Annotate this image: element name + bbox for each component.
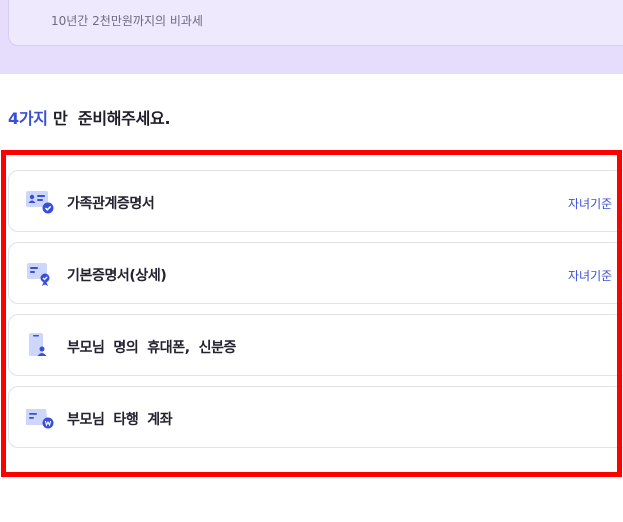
section-title-count: 4가지: [8, 109, 48, 128]
top-banner: 10년간 2천만원까지의 비과세: [0, 0, 623, 74]
bank-account-icon: [25, 405, 55, 431]
document-item-parent-bank-account[interactable]: 부모님 타행 계좌: [8, 386, 623, 448]
certificate-badge-icon: [25, 261, 55, 287]
benefit-card: 10년간 2천만원까지의 비과세: [8, 0, 623, 46]
document-item-label: 가족관계증명서: [67, 196, 155, 212]
benefit-subtitle: 10년간 2천만원까지의 비과세: [51, 14, 203, 28]
document-item-label: 부모님 명의 휴대폰, 신분증: [67, 340, 237, 356]
phone-id-icon: [25, 333, 55, 359]
document-item-tag: 자녀기준: [568, 269, 613, 283]
document-item-basic-certificate[interactable]: 기본증명서(상세) 자녀기준: [8, 242, 623, 304]
section-title-text: 만 준비해주세요.: [47, 109, 171, 128]
document-item-parent-phone-id[interactable]: 부모님 명의 휴대폰, 신분증: [8, 314, 623, 376]
document-item-tag: 자녀기준: [568, 197, 613, 211]
document-item-label: 기본증명서(상세): [67, 268, 167, 284]
family-id-card-icon: [25, 189, 55, 215]
document-item-label: 부모님 타행 계좌: [67, 412, 173, 428]
section-title: 4가지 만 준비해주세요.: [8, 105, 171, 129]
document-item-family-relation[interactable]: 가족관계증명서 자녀기준: [8, 170, 623, 232]
required-documents-list: 가족관계증명서 자녀기준 기본증명서(상세) 자녀기준 부모님 명의 휴대폰, …: [8, 170, 623, 458]
